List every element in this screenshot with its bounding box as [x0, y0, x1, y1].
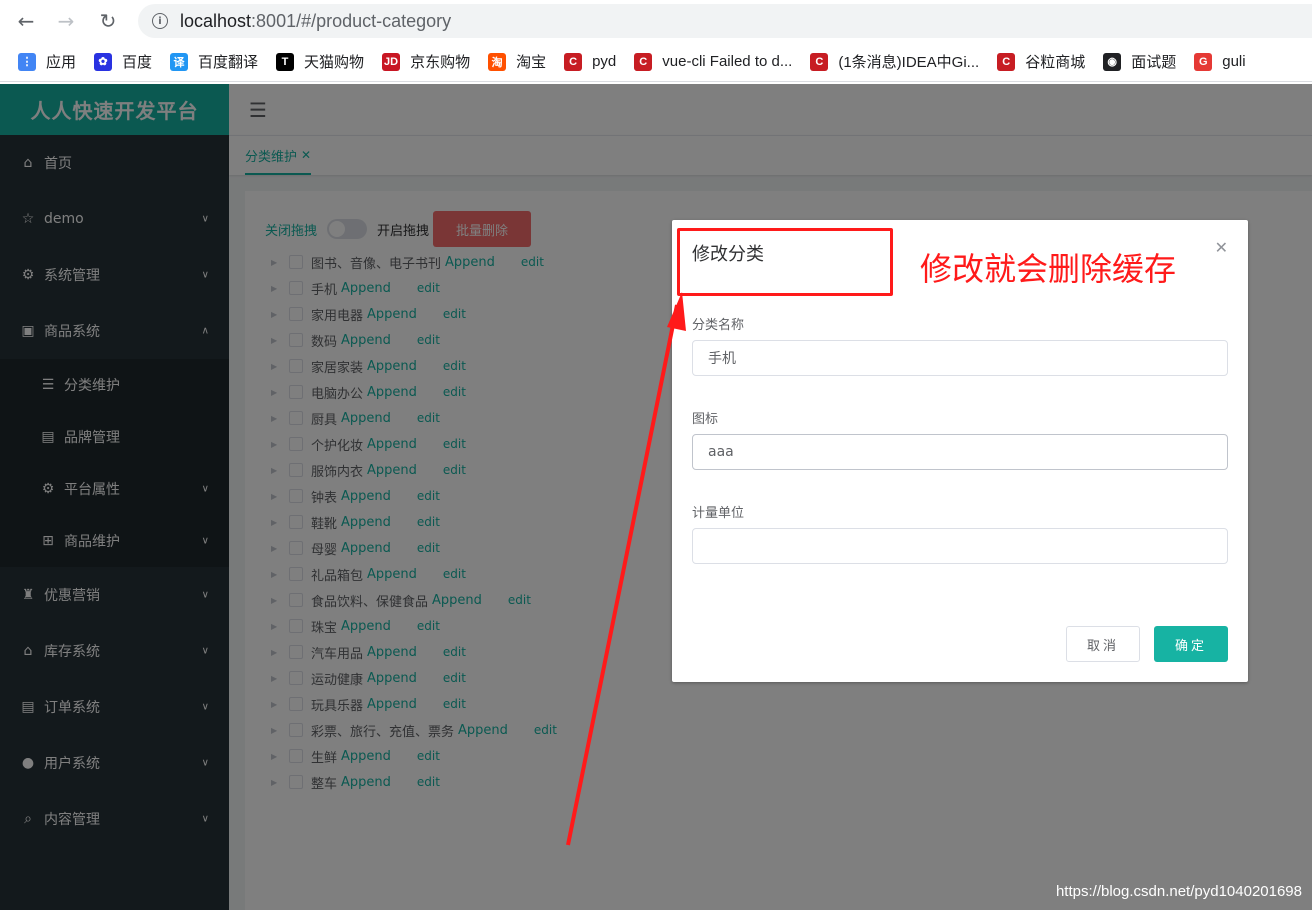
watermark: https://blog.csdn.net/pyd1040201698: [1055, 883, 1302, 900]
category-name-input[interactable]: 手机: [692, 340, 1228, 376]
confirm-button[interactable]: 确定: [1154, 626, 1228, 662]
bookmark-label: 京东购物: [410, 54, 471, 71]
bookmark-label: 百度翻译: [198, 54, 259, 71]
url-path: :8001/#/product-category: [251, 10, 452, 31]
bookmark-item[interactable]: Gguli: [1194, 52, 1246, 71]
bookmark-favicon-icon: 译: [170, 52, 189, 71]
bookmark-favicon-icon: C: [997, 52, 1016, 71]
bookmark-favicon-icon: 淘: [488, 52, 507, 71]
bookmark-favicon-icon: C: [810, 52, 829, 71]
bookmark-item[interactable]: C 谷粒商城: [997, 51, 1085, 72]
forward-arrow-icon[interactable]: →: [46, 1, 86, 41]
bookmark-favicon-icon: C: [634, 52, 653, 71]
bookmark-item[interactable]: ⋮ 应用: [18, 51, 76, 72]
bookmark-label: 谷粒商城: [1025, 54, 1086, 71]
address-bar[interactable]: i localhost:8001/#/product-category: [138, 4, 1312, 38]
bookmarks-bar: ⋮ 应用 ✿ 百度译百度翻译 T 天猫购物 JD 京东购物淘淘宝 Cpyd Cvue-cli Fa…: [0, 42, 1312, 82]
unit-input[interactable]: [692, 528, 1228, 564]
bookmark-favicon-icon: ⋮: [18, 52, 36, 71]
field-label-icon: 图标: [692, 412, 719, 427]
bookmark-favicon-icon: C: [564, 52, 583, 71]
url-host: localhost: [180, 10, 252, 31]
bookmark-label: 百度: [122, 54, 153, 71]
browser-toolbar: ← → ↻ i localhost:8001/#/product-categor…: [0, 0, 1312, 42]
bookmark-item[interactable]: 淘淘宝: [488, 51, 546, 72]
bookmark-item[interactable]: Cvue-cli Failed to d...: [634, 52, 793, 71]
bookmark-label: vue-cli Failed to d...: [662, 53, 793, 70]
bookmark-label: 应用: [46, 54, 77, 71]
bookmark-item[interactable]: Cpyd: [564, 52, 617, 71]
bookmark-label: 淘宝: [516, 54, 547, 71]
field-label-unit: 计量单位: [692, 506, 745, 521]
icon-input[interactable]: aaa: [692, 434, 1228, 470]
bookmark-item[interactable]: ✿ 百度: [94, 51, 152, 72]
bookmark-item[interactable]: C (1条消息)IDEA中Gi...: [810, 51, 979, 72]
bookmark-label: guli: [1222, 53, 1246, 70]
field-label-name: 分类名称: [692, 318, 745, 333]
bookmark-favicon-icon: ◉: [1103, 52, 1122, 71]
close-icon[interactable]: ✕: [1215, 238, 1228, 257]
bookmark-item[interactable]: JD 京东购物: [382, 51, 470, 72]
bookmark-label: 天猫购物: [304, 54, 365, 71]
back-arrow-icon[interactable]: ←: [6, 1, 46, 41]
annotation-text: 修改就会删除缓存: [920, 250, 1177, 288]
reload-icon[interactable]: ↻: [88, 1, 128, 41]
url-text: localhost:8001/#/product-category: [180, 11, 451, 32]
bookmark-item[interactable]: 译百度翻译: [170, 51, 258, 72]
bookmark-label: 面试题: [1131, 54, 1177, 71]
bookmark-label: pyd: [592, 53, 617, 70]
bookmark-item[interactable]: T 天猫购物: [276, 51, 364, 72]
bookmark-favicon-icon: G: [1194, 52, 1213, 71]
cancel-button[interactable]: 取消: [1066, 626, 1140, 662]
bookmark-favicon-icon: T: [276, 52, 295, 71]
bookmark-favicon-icon: JD: [382, 52, 401, 71]
bookmark-item[interactable]: ◉ 面试题: [1103, 51, 1176, 72]
bookmark-label: (1条消息)IDEA中Gi...: [838, 54, 980, 71]
info-icon[interactable]: i: [152, 13, 168, 29]
bookmark-favicon-icon: ✿: [94, 52, 113, 71]
annotation-highlight-box: [677, 228, 893, 296]
